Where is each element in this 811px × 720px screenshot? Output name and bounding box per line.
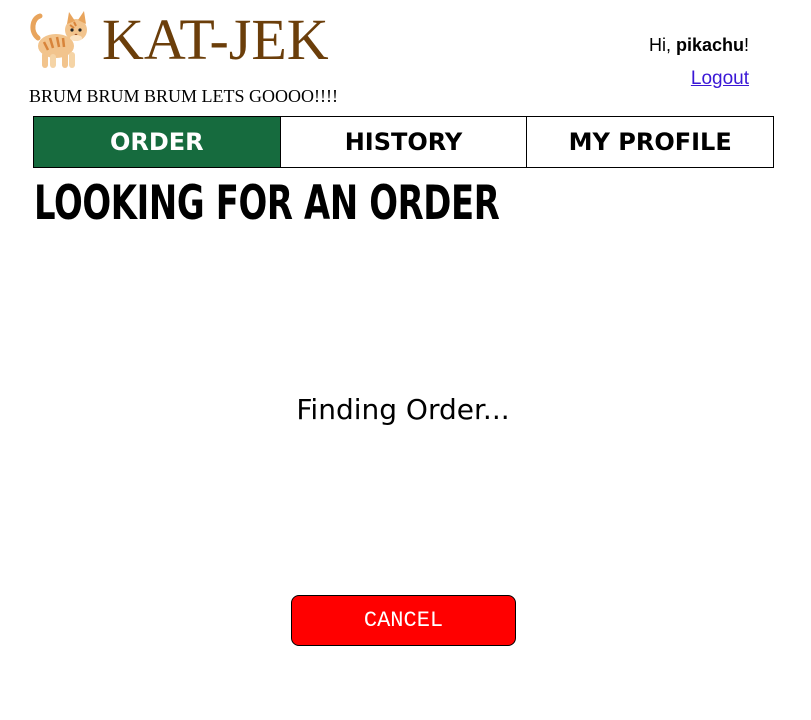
- tagline: BRUM BRUM BRUM LETS GOOOO!!!!: [29, 86, 339, 106]
- nav-tabs: ORDER HISTORY MY PROFILE: [33, 116, 775, 168]
- logout-link[interactable]: Logout: [691, 68, 749, 90]
- page-title: LOOKING FOR AN ORDER: [34, 176, 500, 231]
- tab-my-profile[interactable]: MY PROFILE: [527, 116, 775, 168]
- greeting-suffix: !: [743, 35, 749, 55]
- status-text: Finding Order...: [296, 393, 510, 426]
- brand: KAT-JEK: [28, 8, 329, 72]
- greeting-prefix: Hi,: [648, 35, 676, 55]
- user-greeting: Hi, pikachu!: [649, 35, 749, 56]
- cat-icon: [28, 8, 92, 72]
- cancel-button[interactable]: CANCEL: [291, 595, 516, 646]
- tab-order[interactable]: ORDER: [33, 116, 281, 168]
- username: pikachu: [675, 35, 744, 55]
- tab-history[interactable]: HISTORY: [280, 116, 528, 168]
- brand-title: KAT-JEK: [102, 7, 329, 72]
- page: KAT-JEK BRUM BRUM BRUM LETS GOOOO!!!! Hi…: [0, 0, 811, 720]
